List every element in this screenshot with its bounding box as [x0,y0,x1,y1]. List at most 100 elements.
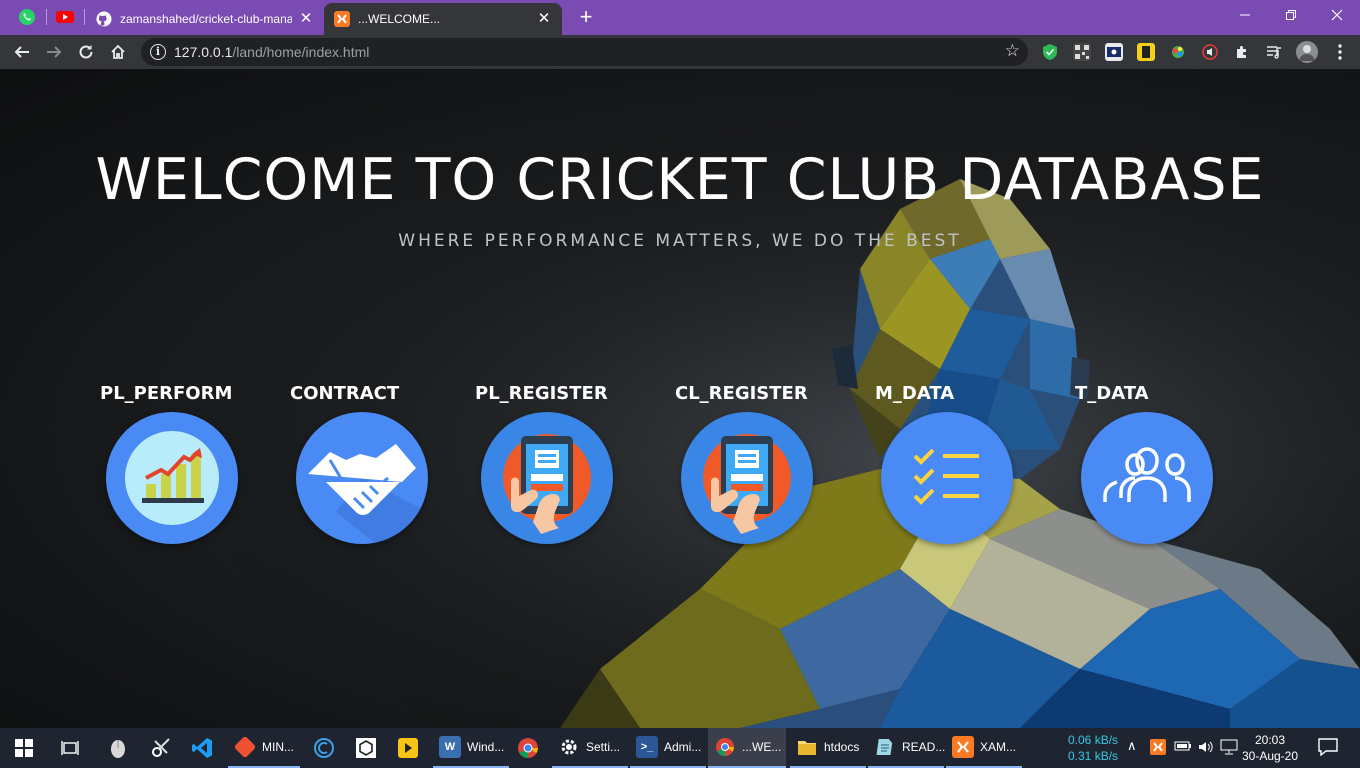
xampp-tray-icon[interactable] [1150,739,1166,758]
minimize-icon [1240,14,1250,16]
module-t-data[interactable]: T_DATA [1075,383,1235,553]
ccleaner-icon [314,738,334,758]
taskbar-app-windows[interactable]: W Wind... [433,728,509,768]
xampp-icon [952,736,974,758]
taskbar-pinned-app[interactable] [184,728,220,768]
arrow-left-icon [14,46,29,58]
taskbar-pinned-app[interactable] [100,728,136,768]
module-label: CL_REGISTER [675,383,808,404]
taskbar-app-htdocs[interactable]: htdocs [790,728,866,768]
close-icon[interactable]: ✕ [298,11,314,27]
battery-icon[interactable] [1174,740,1192,755]
taskbar-pinned-app[interactable] [390,728,426,768]
module-label: T_DATA [1075,383,1149,404]
tab-title: ...WELCOME... [358,12,441,26]
windows-logo-icon [15,739,33,757]
vscode-icon [192,738,212,758]
chevron-up-icon[interactable]: ∧ [1127,738,1137,754]
qr-code-extension-icon[interactable] [1073,43,1091,61]
save-extension-icon[interactable] [1137,43,1155,61]
taskbar-app-git[interactable]: MIN... [228,728,300,768]
windows-explorer-icon: W [439,736,461,758]
url-host: 127.0.0.1 [174,44,233,60]
notification-center-icon[interactable] [1318,738,1338,759]
module-pl-register[interactable]: PL_REGISTER [475,383,635,553]
bookmark-star-icon[interactable]: ☆ [1005,41,1020,61]
picture-extension-icon[interactable] [1105,43,1123,61]
reload-button[interactable] [72,38,100,66]
taskbar-app-chrome[interactable]: ...WE... [708,728,786,768]
close-window-button[interactable] [1314,0,1360,30]
taskbar-app-admin[interactable]: >_ Admi... [630,728,706,768]
start-button[interactable] [0,728,48,768]
task-view-icon [61,741,79,755]
growth-chart-icon [125,431,219,525]
address-bar[interactable]: i 127.0.0.1/land/home/index.html ☆ [141,38,1028,66]
clock-date: 30-Aug-20 [1241,749,1299,763]
module-label: CONTRACT [290,383,400,404]
back-button[interactable] [8,38,36,66]
web-page: WELCOME TO CRICKET CLUB DATABASE WHERE P… [0,69,1360,728]
close-icon[interactable]: ✕ [536,11,552,27]
taskbar-app-settings[interactable]: Setti... [552,728,628,768]
contract-link[interactable] [296,412,428,544]
pl-register-link[interactable] [481,412,613,544]
mute-extension-icon[interactable] [1201,43,1219,61]
taskbar-pinned-app[interactable] [142,728,178,768]
pinned-tab-whatsapp[interactable] [8,3,46,31]
taskbar-pinned-app[interactable] [306,728,342,768]
restore-button[interactable] [1268,0,1314,30]
taskbar-app-label: Admi... [664,740,702,754]
url-text[interactable]: 127.0.0.1/land/home/index.html [174,44,369,60]
volume-icon[interactable] [1197,739,1215,758]
taskbar-app-label: Setti... [586,740,621,754]
taskbar-app-label: htdocs [824,740,860,754]
minimize-button[interactable] [1222,0,1268,30]
taskbar-pinned-app[interactable] [510,728,546,768]
restore-icon [1286,10,1296,20]
settings-icon [558,736,580,758]
shield-extension-icon[interactable] [1041,43,1059,61]
chrome-icon [518,738,538,758]
pinned-tab-youtube[interactable] [46,3,84,31]
new-tab-button[interactable]: + [574,6,598,30]
cl-register-link[interactable] [681,412,813,544]
taskbar-app-readme[interactable]: READ... [868,728,945,768]
m-data-link[interactable] [881,412,1013,544]
arrow-right-icon [47,46,62,58]
taskbar-app-label: ...WE... [742,740,782,754]
browser-menu-button[interactable] [1326,38,1354,66]
taskbar-pinned-app[interactable] [348,728,384,768]
forward-button[interactable] [40,38,68,66]
pl-perform-link[interactable] [106,412,238,544]
taskbar-app-label: MIN... [262,740,294,754]
more-vertical-icon [1338,44,1342,60]
profile-avatar[interactable] [1296,41,1318,63]
network-download-speed: 0.31 kB/s [1068,749,1119,763]
module-cl-register[interactable]: CL_REGISTER [675,383,835,553]
url-path: /land/home/index.html [232,44,370,60]
media-queue-icon[interactable] [1265,43,1283,61]
team-icon [1103,447,1191,502]
system-clock[interactable]: 20:03 30-Aug-20 [1230,732,1310,764]
tab-github[interactable]: zamanshahed/cricket-club-mana ✕ [86,3,324,35]
taskbar-app-xampp[interactable]: XAM... [946,728,1022,768]
tab-welcome[interactable]: ...WELCOME... ✕ [324,3,562,35]
info-icon[interactable]: i [150,44,166,60]
home-button[interactable] [104,38,132,66]
t-data-link[interactable] [1081,412,1213,544]
tablet-register-icon [503,434,591,534]
tablet-register-icon [703,434,791,534]
network-speed-monitor[interactable]: 0.06 kB/s 0.31 kB/s [1068,732,1118,764]
windows-taskbar: MIN... W Wind... Setti... >_ Admi... ...… [0,728,1360,768]
home-icon [111,44,125,59]
task-view-button[interactable] [52,728,88,768]
module-pl-perform[interactable]: PL_PERFORM [100,383,260,553]
module-m-data[interactable]: M_DATA [875,383,1035,553]
extensions-puzzle-icon[interactable] [1233,43,1251,61]
color-picker-extension-icon[interactable] [1169,43,1187,61]
whatsapp-icon [19,9,35,25]
page-subtitle: WHERE PERFORMANCE MATTERS, WE DO THE BES… [398,231,962,251]
xampp-icon [334,11,350,27]
module-contract[interactable]: CONTRACT [290,383,450,553]
